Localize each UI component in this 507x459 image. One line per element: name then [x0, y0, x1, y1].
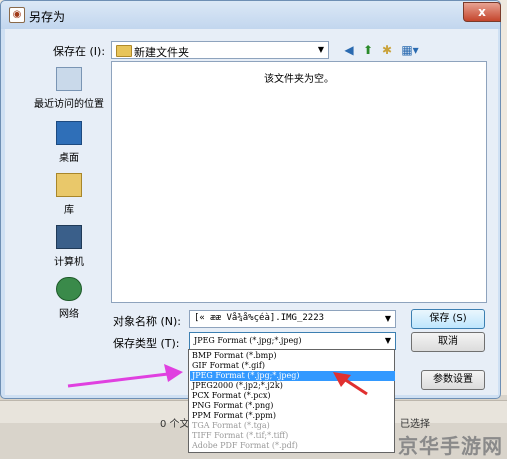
red-arrow-icon	[333, 372, 368, 396]
annotation-overlay	[67, 364, 368, 396]
magenta-arrow-icon	[67, 364, 183, 388]
